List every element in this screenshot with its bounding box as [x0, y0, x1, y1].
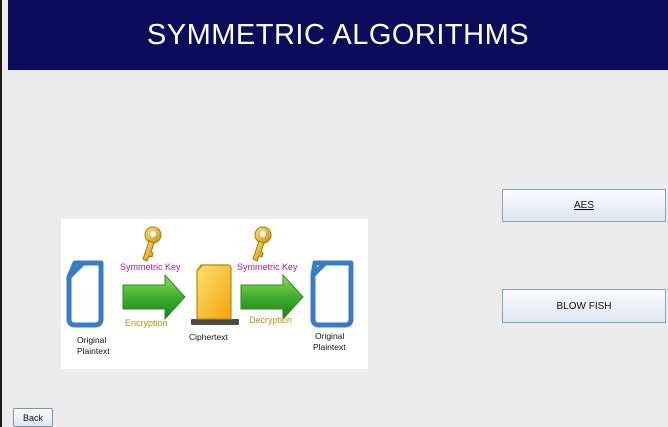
decryption-arrow	[240, 273, 304, 321]
ciphertext-document-icon	[191, 264, 239, 325]
original-plaintext-label-right-line1: Original	[315, 331, 344, 341]
encryption-arrow	[122, 273, 186, 321]
key-icon-right	[252, 226, 272, 262]
document-icon-right	[310, 260, 354, 328]
document-icon-left	[66, 260, 104, 328]
ciphertext-label: Ciphertext	[189, 332, 228, 342]
encryption-label: Encryption	[125, 318, 168, 328]
back-button[interactable]: Back	[13, 408, 53, 427]
page-title: SYMMETRIC ALGORITHMS	[146, 18, 530, 51]
symmetric-encryption-diagram: Symmetric Key Symmetric Key Encryption D…	[61, 219, 368, 369]
blowfish-button[interactable]: BLOW FISH	[502, 289, 666, 323]
decryption-label: Decryption	[249, 315, 292, 325]
back-button-label: Back	[22, 412, 43, 423]
original-plaintext-label-right-line2: Plaintext	[313, 342, 346, 352]
symmetric-key-label-right: Symmetric Key	[237, 262, 298, 272]
page-header: SYMMETRIC ALGORITHMS	[8, 0, 668, 70]
aes-button-label: AES	[573, 200, 594, 211]
key-icon-left	[142, 226, 162, 262]
aes-button[interactable]: AES	[502, 189, 666, 222]
window-left-border	[0, 0, 2, 427]
blowfish-button-label: BLOW FISH	[556, 300, 612, 312]
symmetric-key-label-left: Symmetric Key	[120, 262, 181, 272]
original-plaintext-label-left-line2: Plaintext	[77, 346, 110, 356]
original-plaintext-label-left-line1: Original	[77, 335, 106, 345]
